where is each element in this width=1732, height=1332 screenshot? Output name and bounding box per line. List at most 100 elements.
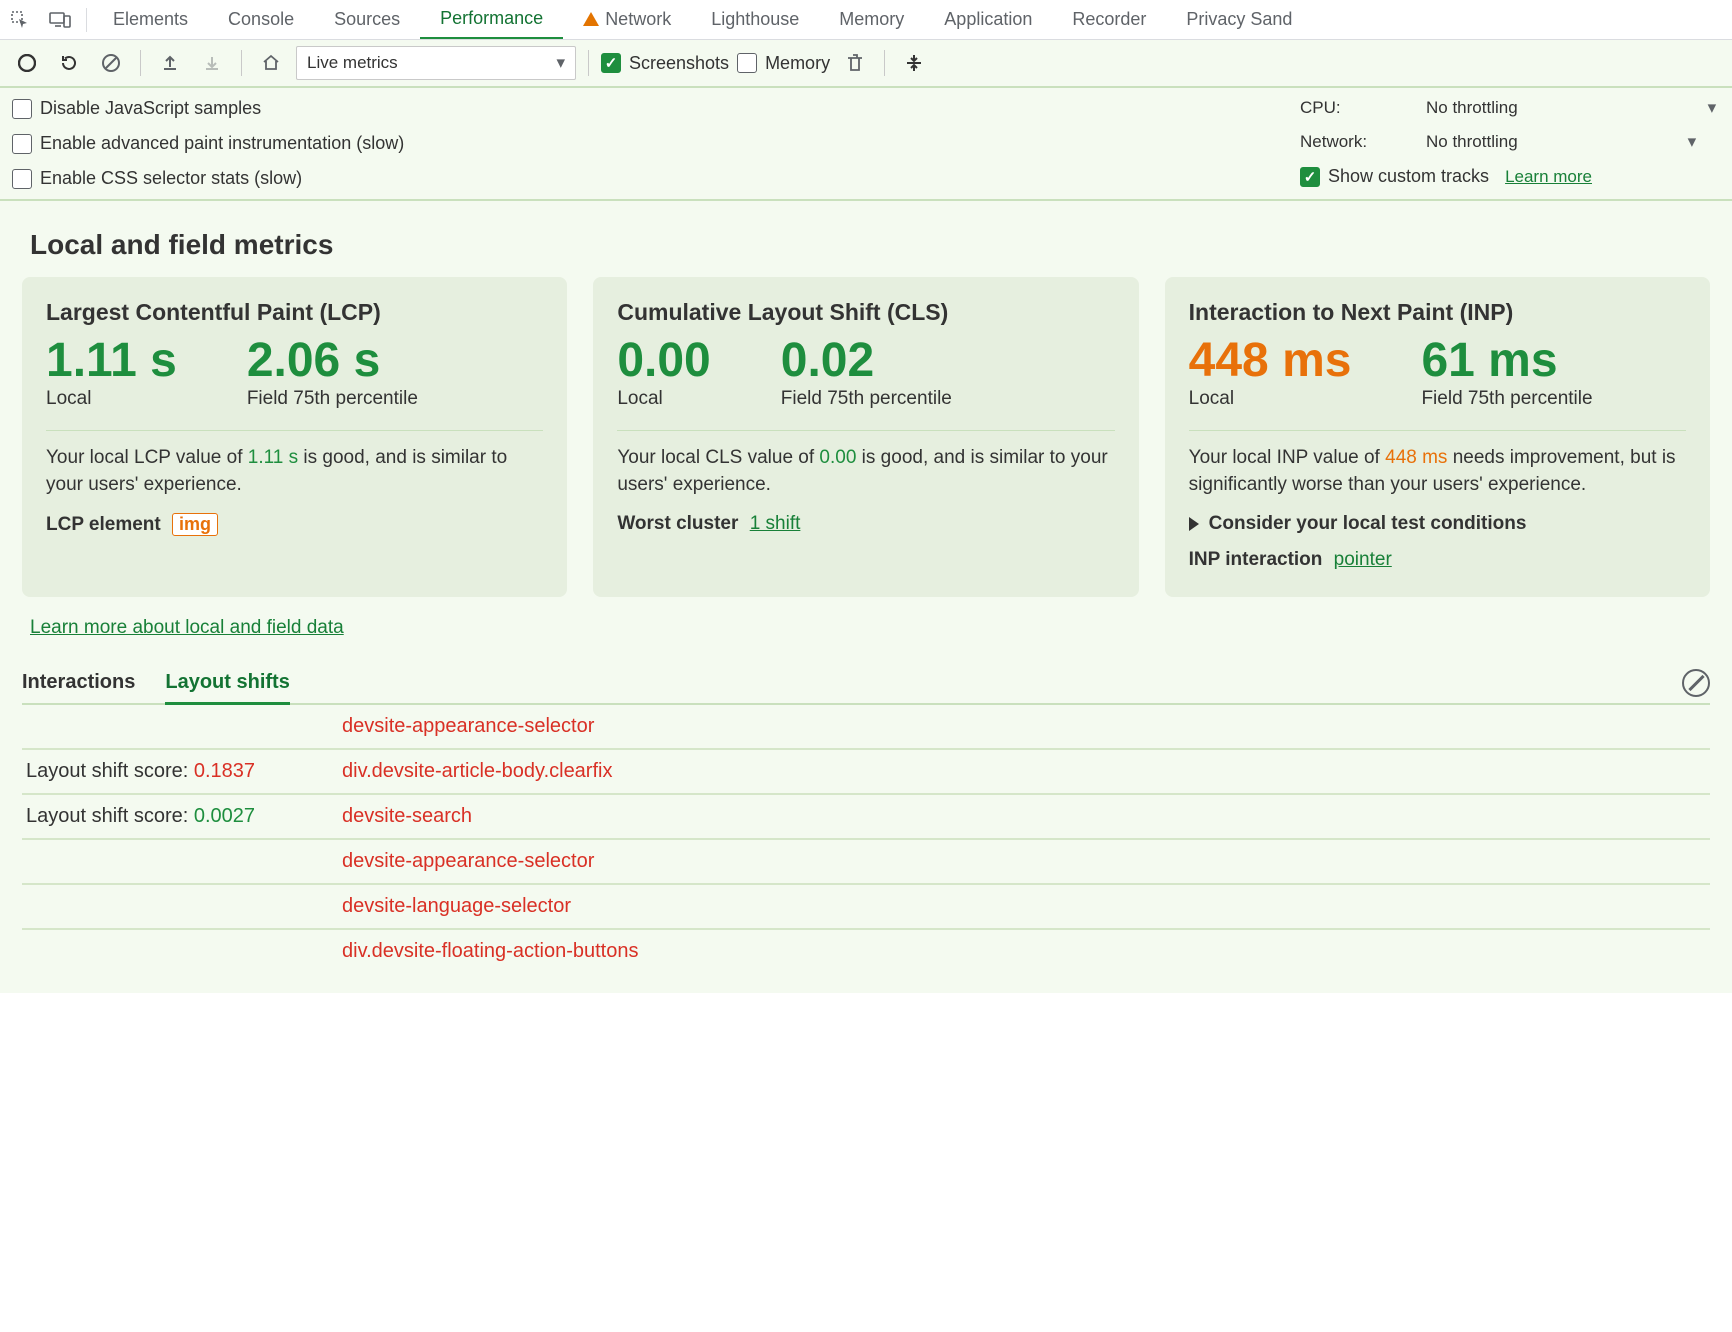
- metric-cards: Largest Contentful Paint (LCP) 1.11 s Lo…: [22, 277, 1710, 597]
- tab-lighthouse[interactable]: Lighthouse: [691, 0, 819, 40]
- checkbox-icon: [12, 99, 32, 119]
- metrics-panel: Local and field metrics Largest Contentf…: [0, 201, 1732, 663]
- network-value: No throttling: [1426, 132, 1518, 152]
- section-title: Local and field metrics: [30, 229, 1710, 261]
- tab-interactions[interactable]: Interactions: [22, 662, 135, 704]
- divider: [140, 50, 141, 76]
- cls-worst-row: Worst cluster 1 shift: [617, 513, 1114, 535]
- node-link[interactable]: devsite-appearance-selector: [342, 715, 594, 738]
- inspect-icon[interactable]: [0, 0, 40, 40]
- divider: [588, 50, 589, 76]
- cls-worst-link[interactable]: 1 shift: [750, 513, 801, 534]
- layout-row[interactable]: Layout shift score: 0.0027 devsite-searc…: [22, 795, 1710, 840]
- node-link[interactable]: devsite-appearance-selector: [342, 850, 594, 873]
- screenshots-checkbox[interactable]: Screenshots: [601, 53, 729, 74]
- checkbox-icon: [12, 134, 32, 154]
- cls-field-sub: Field 75th percentile: [781, 388, 952, 410]
- inp-card: Interaction to Next Paint (INP) 448 ms L…: [1165, 277, 1710, 597]
- tab-recorder[interactable]: Recorder: [1052, 0, 1166, 40]
- cpu-select[interactable]: No throttling ▾: [1426, 98, 1716, 118]
- inp-consider-row[interactable]: Consider your local test conditions: [1189, 513, 1686, 535]
- lcp-element-chip[interactable]: img: [172, 513, 218, 536]
- inp-desc: Your local INP value of 448 ms needs imp…: [1189, 445, 1686, 498]
- node-link[interactable]: div.devsite-article-body.clearfix: [342, 760, 612, 783]
- inp-interaction-label: INP interaction: [1189, 549, 1323, 570]
- cpu-value: No throttling: [1426, 98, 1518, 118]
- checkbox-icon: [12, 169, 32, 189]
- network-select[interactable]: No throttling ▾: [1426, 132, 1696, 152]
- clear-icon[interactable]: [1682, 669, 1710, 697]
- enable-css-checkbox[interactable]: Enable CSS selector stats (slow): [12, 168, 404, 189]
- device-icon[interactable]: [40, 0, 80, 40]
- lcp-desc: Your local LCP value of 1.11 s is good, …: [46, 445, 543, 498]
- lcp-field-value: 2.06 s: [247, 336, 418, 386]
- learn-field-link[interactable]: Learn more about local and field data: [30, 617, 344, 639]
- reload-icon[interactable]: [52, 46, 86, 80]
- tab-privacy[interactable]: Privacy Sand: [1166, 0, 1312, 40]
- tab-performance[interactable]: Performance: [420, 0, 563, 40]
- learn-more-link[interactable]: Learn more: [1505, 167, 1592, 187]
- lcp-local: 1.11 s Local: [46, 336, 177, 410]
- layout-row[interactable]: devsite-appearance-selector: [22, 840, 1710, 885]
- show-tracks-checkbox[interactable]: Show custom tracks: [1300, 166, 1489, 187]
- perf-toolbar: Live metrics ▾ Screenshots Memory: [0, 40, 1732, 88]
- lcp-field: 2.06 s Field 75th percentile: [247, 336, 418, 410]
- tab-console[interactable]: Console: [208, 0, 314, 40]
- home-icon[interactable]: [254, 46, 288, 80]
- tab-elements[interactable]: Elements: [93, 0, 208, 40]
- layout-row[interactable]: Layout shift score: 0.1837 div.devsite-a…: [22, 750, 1710, 795]
- trash-icon[interactable]: [838, 46, 872, 80]
- inp-field: 61 ms Field 75th percentile: [1421, 336, 1592, 410]
- cpu-label: CPU:: [1300, 98, 1410, 118]
- tab-sources[interactable]: Sources: [314, 0, 420, 40]
- tab-network[interactable]: Network: [563, 0, 691, 40]
- divider: [1189, 430, 1686, 431]
- cls-local-sub: Local: [617, 388, 710, 410]
- inp-local-value: 448 ms: [1189, 336, 1352, 386]
- layout-row[interactable]: devsite-appearance-selector: [22, 705, 1710, 750]
- tab-application[interactable]: Application: [924, 0, 1052, 40]
- memory-checkbox[interactable]: Memory: [737, 53, 830, 74]
- warning-icon: [583, 12, 599, 26]
- cpu-row: CPU: No throttling ▾: [1300, 98, 1716, 118]
- metrics-select-label: Live metrics: [307, 53, 398, 73]
- checkbox-icon: [601, 53, 621, 73]
- divider: [884, 50, 885, 76]
- cls-field-value: 0.02: [781, 336, 952, 386]
- inp-interaction-link[interactable]: pointer: [1334, 549, 1392, 570]
- upload-icon[interactable]: [153, 46, 187, 80]
- record-icon[interactable]: [10, 46, 44, 80]
- show-tracks-label: Show custom tracks: [1328, 166, 1489, 187]
- chevron-down-icon: ▾: [1708, 98, 1717, 118]
- enable-paint-label: Enable advanced paint instrumentation (s…: [40, 133, 404, 154]
- expand-icon: [1189, 517, 1199, 531]
- cls-title: Cumulative Layout Shift (CLS): [617, 299, 1114, 326]
- tab-layout-shifts[interactable]: Layout shifts: [165, 663, 289, 705]
- collapse-icon[interactable]: [897, 46, 931, 80]
- network-row: Network: No throttling ▾: [1300, 132, 1696, 152]
- disable-js-checkbox[interactable]: Disable JavaScript samples: [12, 98, 404, 119]
- layout-row[interactable]: devsite-language-selector: [22, 885, 1710, 930]
- download-icon[interactable]: [195, 46, 229, 80]
- inp-field-sub: Field 75th percentile: [1421, 388, 1592, 410]
- enable-paint-checkbox[interactable]: Enable advanced paint instrumentation (s…: [12, 133, 404, 154]
- chevron-down-icon: ▾: [556, 53, 565, 73]
- tab-network-label: Network: [605, 9, 671, 30]
- log-tabs: Interactions Layout shifts: [22, 663, 1710, 705]
- network-label: Network:: [1300, 132, 1410, 152]
- inp-consider: Consider your local test conditions: [1209, 513, 1527, 535]
- log-strip: Interactions Layout shifts devsite-appea…: [0, 663, 1732, 993]
- metrics-select[interactable]: Live metrics ▾: [296, 46, 576, 80]
- node-link[interactable]: div.devsite-floating-action-buttons: [342, 940, 638, 963]
- layout-row[interactable]: div.devsite-floating-action-buttons: [22, 930, 1710, 973]
- divider: [86, 8, 87, 32]
- node-link[interactable]: devsite-language-selector: [342, 895, 571, 918]
- stop-icon[interactable]: [94, 46, 128, 80]
- devtools-tabs: Elements Console Sources Performance Net…: [0, 0, 1732, 40]
- divider: [617, 430, 1114, 431]
- tab-memory[interactable]: Memory: [819, 0, 924, 40]
- lcp-element-label: LCP element: [46, 514, 161, 535]
- lcp-title: Largest Contentful Paint (LCP): [46, 299, 543, 326]
- node-link[interactable]: devsite-search: [342, 805, 472, 828]
- divider: [241, 50, 242, 76]
